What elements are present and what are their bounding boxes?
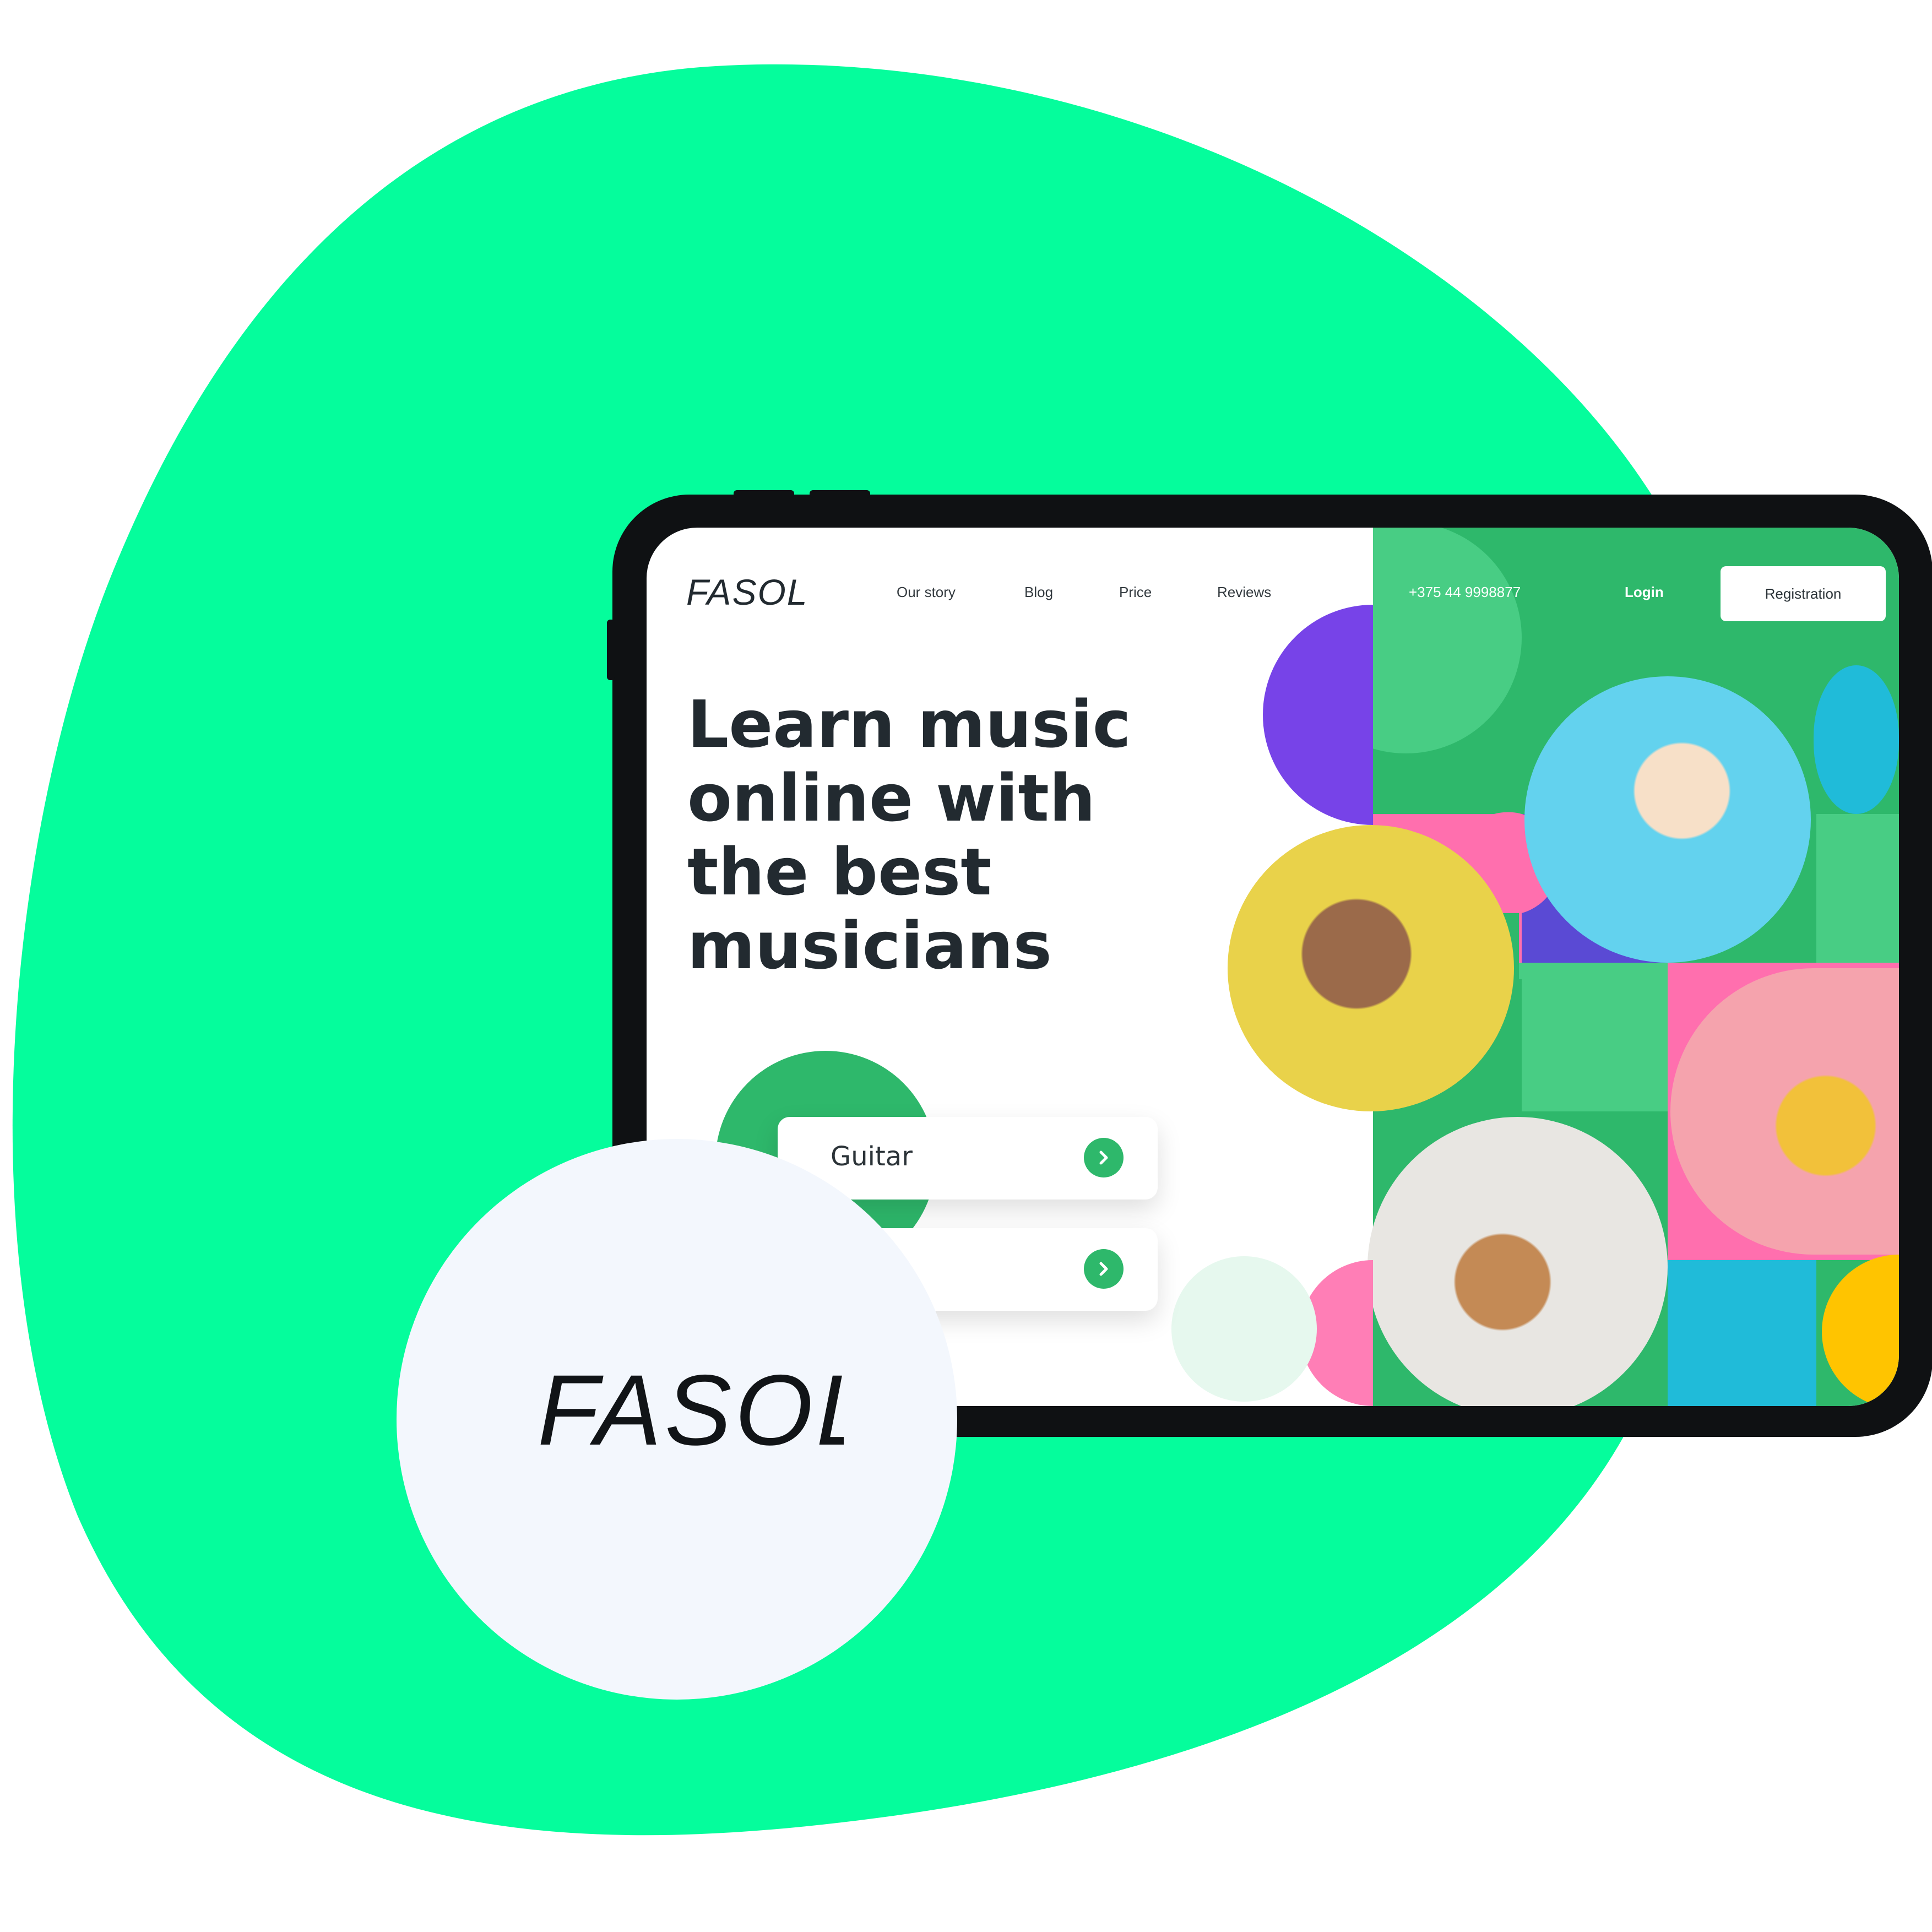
header-logo[interactable]: FASOL xyxy=(685,573,812,611)
hero-title-line: online with xyxy=(687,760,1095,836)
header-phone[interactable]: +375 44 9998877 xyxy=(1409,584,1521,601)
nav-our-story[interactable]: Our story xyxy=(897,584,956,601)
nav-reviews[interactable]: Reviews xyxy=(1217,584,1271,601)
tablet-top-button-2 xyxy=(810,490,870,498)
registration-button[interactable]: Registration xyxy=(1721,566,1886,621)
chevron-right-icon[interactable] xyxy=(1084,1138,1124,1177)
login-link[interactable]: Login xyxy=(1625,584,1664,601)
header-logo-text: FASOL xyxy=(686,573,808,611)
nav-price[interactable]: Price xyxy=(1119,584,1152,601)
hero-title-line: the best xyxy=(687,834,992,910)
photo-woman-peace-sign xyxy=(1524,676,1811,963)
hero-title-line: Learn music xyxy=(687,686,1131,762)
nav-blog[interactable]: Blog xyxy=(1024,584,1053,601)
photo-woman-with-headphones xyxy=(1228,825,1514,1111)
brand-badge-logo: FASOL xyxy=(538,1362,844,1456)
tablet-top-button-1 xyxy=(734,490,794,498)
brand-badge-logo-text: FASOL xyxy=(538,1362,844,1456)
instrument-label: Guitar xyxy=(831,1141,913,1172)
hero-title: Learn music online with the best musicia… xyxy=(687,687,1183,983)
chevron-right-icon[interactable] xyxy=(1084,1249,1124,1289)
hero-title-line: musicians xyxy=(687,908,1052,984)
tablet-side-button xyxy=(607,620,615,680)
photo-man-playing-guitar xyxy=(1367,1117,1668,1406)
